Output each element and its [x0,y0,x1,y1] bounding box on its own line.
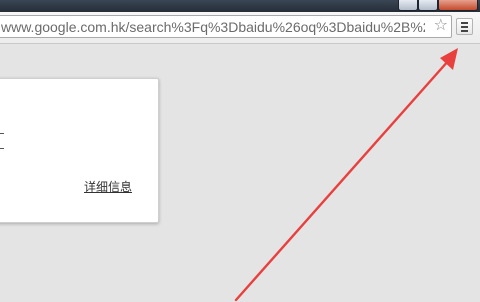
menu-icon-bar [461,22,468,24]
address-bar-url[interactable]: www.google.com.hk/search%3Fq%3Dbaidu%26o… [1,19,425,35]
close-window-button[interactable] [438,0,478,11]
arrow-head [440,48,458,70]
address-bar[interactable]: www.google.com.hk/search%3Fq%3Dbaidu%26o… [0,15,452,38]
chrome-menu-button[interactable] [456,18,473,35]
maximize-button[interactable] [418,0,438,11]
menu-icon-bar [461,26,468,28]
details-link[interactable]: 详细信息 [84,180,132,194]
window-title-bar [0,0,480,12]
minimize-button[interactable] [398,0,418,11]
bookmark-star-icon[interactable]: ☆ [434,17,448,35]
error-page-card: 详细信息 [0,78,159,223]
arrow-shaft [234,58,451,302]
browser-toolbar: www.google.com.hk/search%3Fq%3Dbaidu%26o… [0,12,480,44]
truncated-text-glyph [0,133,4,149]
menu-icon-bar [461,30,468,32]
